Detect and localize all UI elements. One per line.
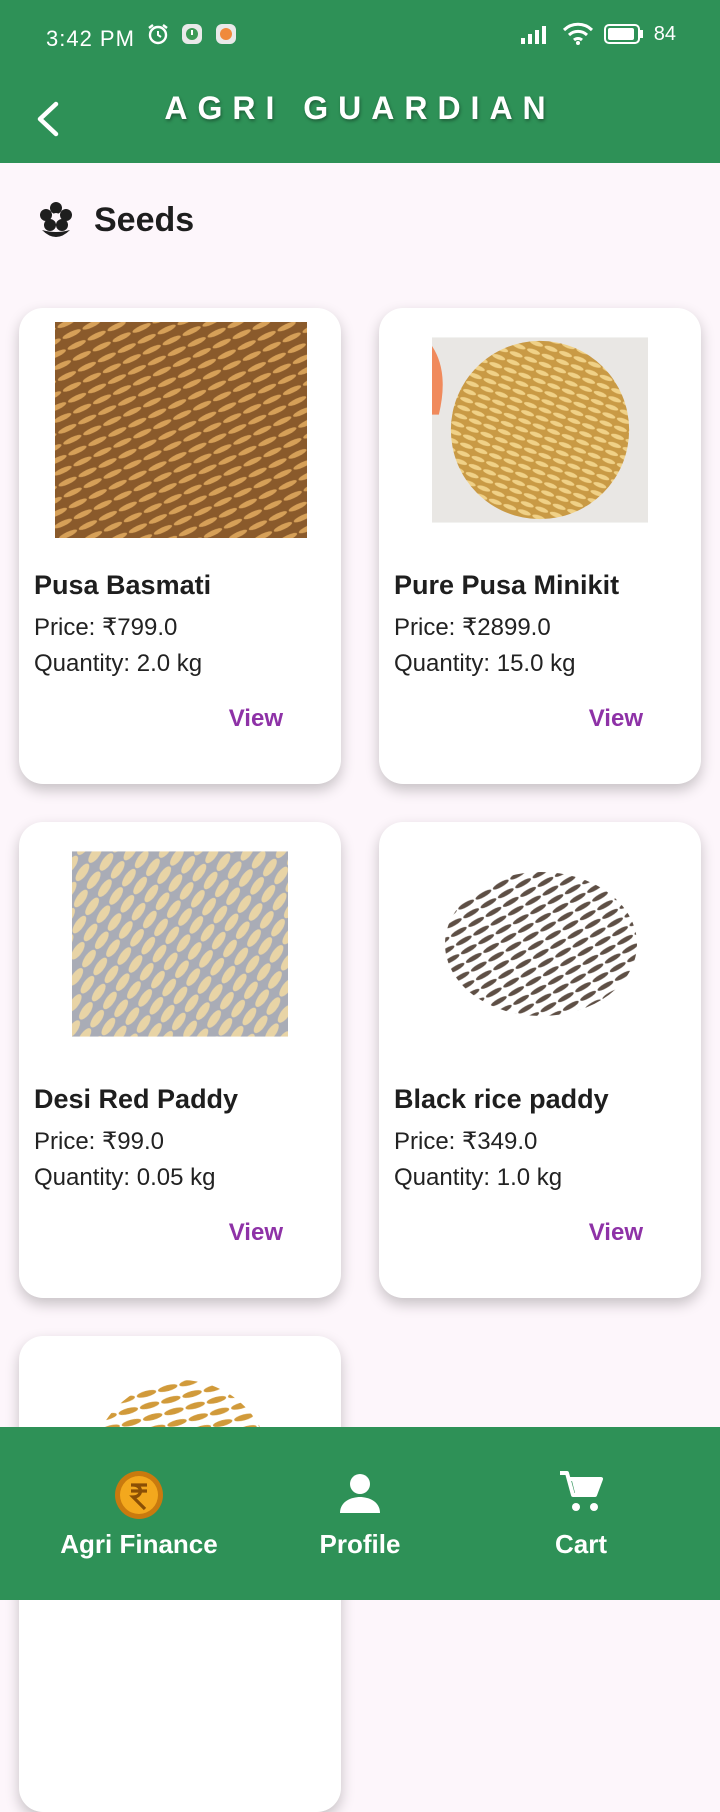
battery-level: 84 [653,22,676,45]
product-quantity: Quantity: 0.05 kg [34,1164,216,1191]
app-title: AGRI GUARDIAN [164,90,556,126]
app-notification-icon-2 [216,24,236,44]
product-name: Black rice paddy [394,1084,609,1114]
product-name: Desi Red Paddy [34,1084,239,1114]
bottom-navigation: Agri Finance Profile Cart [0,1427,720,1600]
product-card[interactable]: Desi Red Paddy Price: ₹99.0 Quantity: 0.… [19,822,341,1298]
alarm-icon [148,24,168,45]
cart-icon [560,1471,603,1511]
view-button[interactable]: View [589,705,643,733]
section-title: Seeds [94,200,195,239]
wifi-icon [562,22,593,45]
status-time: 3:42 PM [46,26,135,51]
product-price: Price: ₹799.0 [34,614,178,641]
nav-profile[interactable]: Profile [240,1427,480,1600]
app-notification-icon [182,24,202,44]
nav-label: Agri Finance [60,1529,218,1559]
product-price: Price: ₹349.0 [394,1128,538,1155]
nav-agri-finance[interactable]: Agri Finance [19,1427,259,1600]
nav-label: Profile [319,1529,401,1559]
view-button[interactable]: View [229,705,283,733]
view-button[interactable]: View [229,1219,283,1247]
product-price: Price: ₹99.0 [34,1128,164,1155]
product-quantity: Quantity: 15.0 kg [394,650,576,677]
system-indicators: 84 [520,22,676,46]
product-name: Pusa Basmati [34,570,212,600]
product-card[interactable]: Pure Pusa Minikit Price: ₹2899.0 Quantit… [379,308,701,784]
person-icon [340,1474,380,1513]
nav-label: Cart [554,1529,607,1559]
view-button[interactable]: View [589,1219,643,1247]
product-image [432,337,648,523]
product-price: Price: ₹2899.0 [394,614,551,641]
product-image [72,851,288,1037]
battery-icon [603,24,643,44]
product-image [55,322,307,538]
product-name: Pure Pusa Minikit [394,570,620,600]
status-bar: 3:42 PM 84 [0,0,720,80]
product-card[interactable]: Black rice paddy Price: ₹349.0 Quantity:… [379,822,701,1298]
flower-icon [40,202,72,237]
product-image [415,836,667,1052]
product-quantity: Quantity: 2.0 kg [34,650,203,677]
rupee-coin-icon [115,1471,163,1519]
nav-cart[interactable]: Cart [461,1427,701,1600]
product-card[interactable]: Pusa Basmati Price: ₹799.0 Quantity: 2.0… [19,308,341,784]
notification-icons [146,22,238,46]
signal-icon [520,26,546,44]
product-quantity: Quantity: 1.0 kg [394,1164,563,1191]
section-header: Seeds [38,200,194,240]
